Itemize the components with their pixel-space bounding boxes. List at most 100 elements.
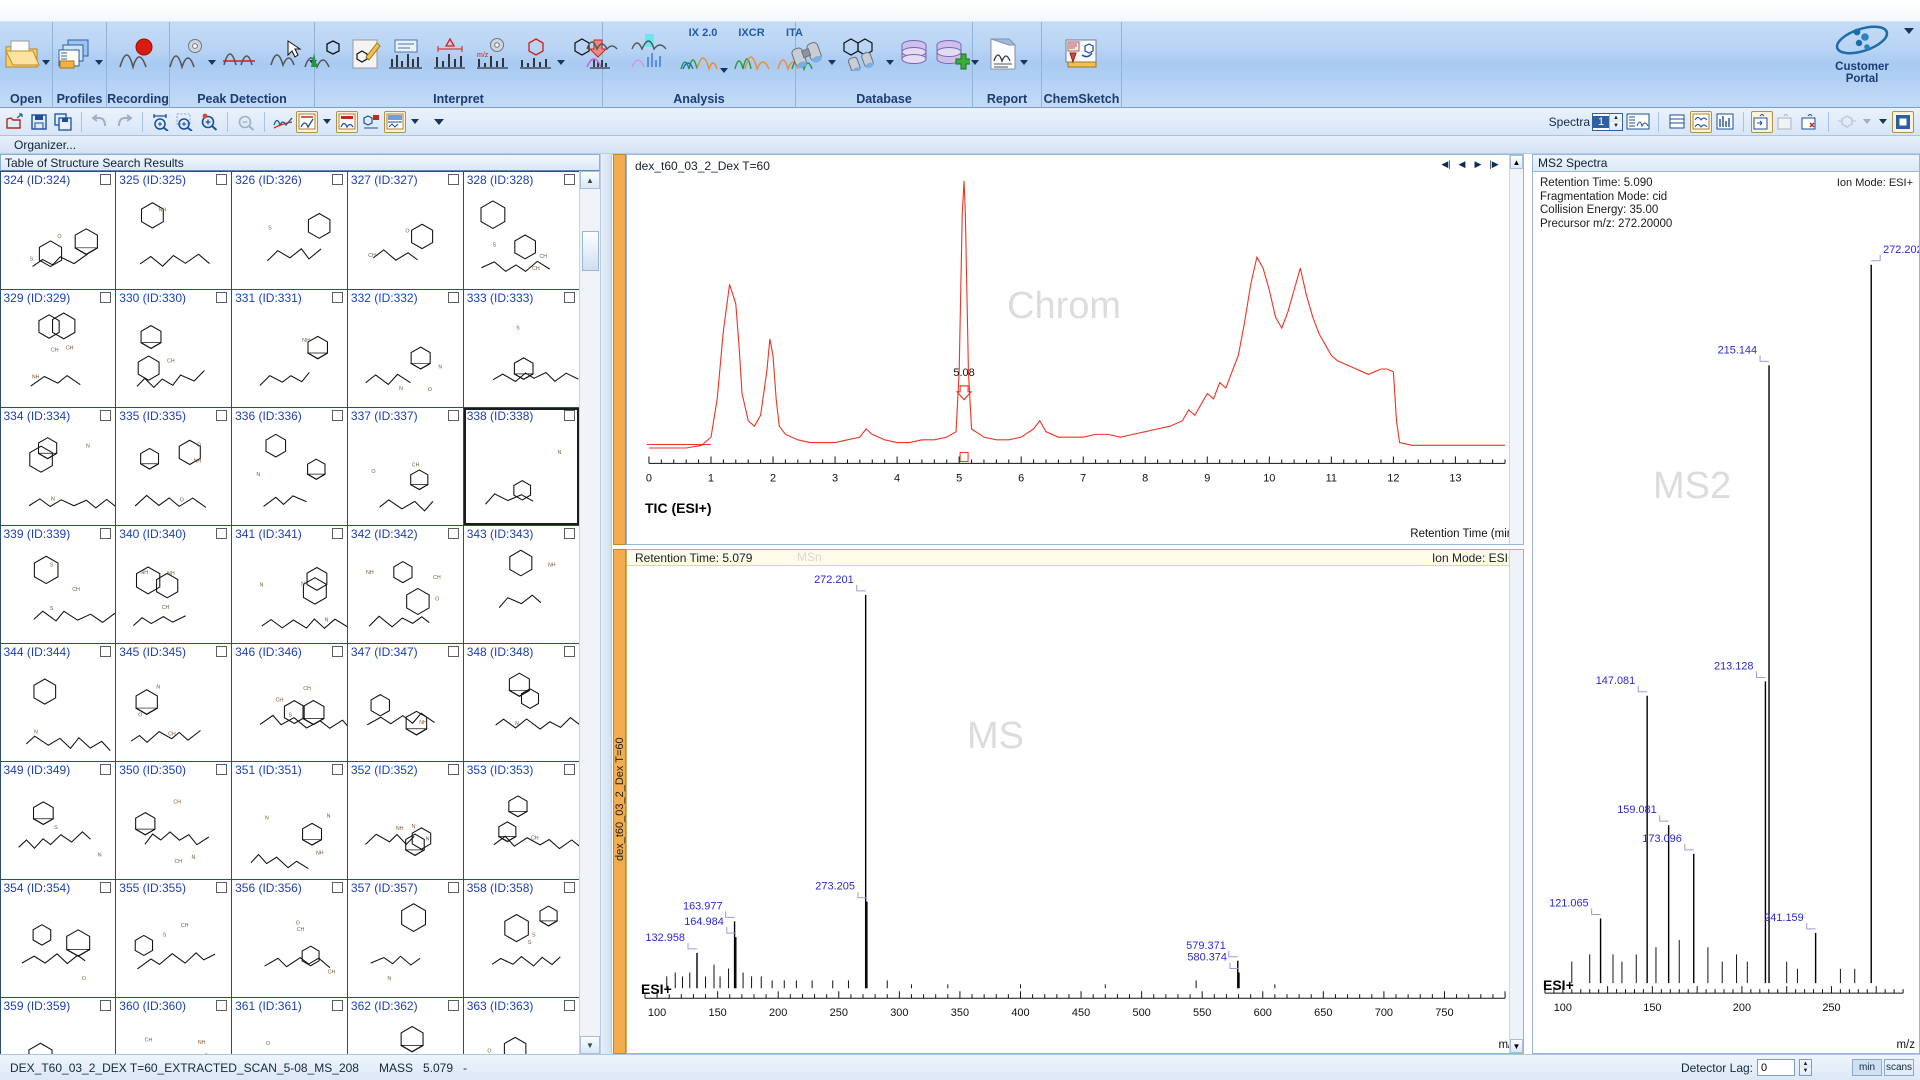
scroll-down-icon[interactable]: ▼	[580, 1036, 600, 1054]
structure-cell[interactable]: 333 (ID:333) S	[462, 288, 579, 408]
structure-annotate-icon[interactable]	[360, 111, 382, 133]
structure-cell[interactable]: 327 (ID:327) CH O	[346, 171, 464, 290]
structure-cell[interactable]: 339 (ID:339) S S CH	[0, 524, 117, 644]
zoom-in-icon[interactable]	[198, 111, 220, 133]
ixcr-icon[interactable]: IXCR	[732, 27, 772, 80]
unit-scans-button[interactable]: scans	[1884, 1059, 1914, 1076]
peak-detect-auto-icon[interactable]	[166, 36, 217, 72]
spectra-value[interactable]: 1	[1593, 115, 1609, 128]
structure-cell[interactable]: 324 (ID:324) S O	[0, 171, 117, 290]
structure-cell[interactable]: 358 (ID:358) S S	[462, 878, 579, 998]
structure-cell[interactable]: 359 (ID:359)NHNHN	[0, 996, 117, 1054]
structure-cell-checkbox[interactable]	[563, 646, 575, 657]
ms2-spectrum-panel[interactable]: MS2 Spectra Retention Time: 5.090 Fragme…	[1532, 154, 1920, 1054]
table-window-icon[interactable]	[384, 110, 406, 133]
zoom-horizontal-icon[interactable]	[150, 111, 172, 133]
ribbon-collapse-icon[interactable]	[1904, 28, 1914, 34]
structure-cell[interactable]: 356 (ID:356) CH O CH	[231, 878, 348, 998]
structure-cell[interactable]: 355 (ID:355) S CH	[115, 878, 233, 998]
structure-cell[interactable]: 329 (ID:329) CH NH CH	[0, 288, 117, 408]
structure-chrom-icon[interactable]	[302, 36, 346, 72]
structure-cell-checkbox[interactable]	[100, 1000, 112, 1011]
open-file-icon[interactable]	[4, 111, 26, 133]
structure-cell-checkbox[interactable]	[331, 174, 343, 185]
benzene-spec-icon[interactable]	[517, 36, 566, 72]
structure-cell-checkbox[interactable]	[563, 882, 575, 893]
database-icon[interactable]	[898, 36, 930, 72]
delta-spec-icon[interactable]	[431, 36, 471, 72]
vertical-splitter[interactable]	[600, 154, 612, 1054]
save-icon[interactable]	[28, 111, 50, 133]
structure-cell-checkbox[interactable]	[563, 174, 575, 185]
structure-cell[interactable]: 334 (ID:334) N N	[0, 406, 117, 526]
structure-cell-checkbox[interactable]	[100, 410, 112, 421]
structure-cell-checkbox[interactable]	[216, 764, 228, 775]
scroll-up-icon[interactable]: ▲	[1510, 155, 1523, 169]
gear-spec-icon[interactable]: m/z	[474, 36, 514, 72]
structure-cell-checkbox[interactable]	[100, 764, 112, 775]
delete-spectrum-icon[interactable]	[1799, 111, 1821, 133]
structure-grid[interactable]: 324 (ID:324) S O 325 (ID:325) NH 326 (ID:326)…	[0, 171, 579, 1054]
structure-cell-checkbox[interactable]	[331, 1000, 343, 1011]
structure-cell[interactable]: 357 (ID:357) N	[346, 878, 464, 998]
ms-annotate-icon[interactable]	[386, 36, 428, 72]
structure-grid-scrollbar[interactable]: ▲ ▼	[579, 171, 600, 1054]
open-folder-icon[interactable]	[2, 36, 51, 72]
detector-lag-stepper[interactable]: ▲ ▼	[1799, 1059, 1812, 1076]
zoom-out-icon[interactable]	[235, 111, 257, 133]
structure-cell-checkbox[interactable]	[447, 882, 459, 893]
structure-cell[interactable]: 362 (ID:362)CH	[346, 996, 464, 1054]
structure-cell-checkbox[interactable]	[331, 764, 343, 775]
structure-cell[interactable]: 351 (ID:351) N N NH	[231, 760, 348, 880]
redo-icon[interactable]	[113, 111, 135, 133]
structure-cell[interactable]: 346 (ID:346) CH CH S	[231, 642, 348, 762]
structure-cell-checkbox[interactable]	[216, 410, 228, 421]
structure-cell[interactable]: 325 (ID:325) NH	[115, 171, 233, 290]
scroll-down-icon[interactable]: ▼	[1510, 1039, 1523, 1053]
profiles-icon[interactable]	[55, 36, 104, 72]
structure-cell[interactable]: 330 (ID:330) CH	[115, 288, 233, 408]
structure-cell[interactable]: 342 (ID:342) O NH CH	[346, 524, 464, 644]
peak-table-icon[interactable]	[296, 110, 318, 133]
undo-icon[interactable]	[89, 111, 111, 133]
structure-cell[interactable]: 353 (ID:353) CH	[462, 760, 579, 880]
structure-cell-checkbox[interactable]	[100, 882, 112, 893]
chain-icon[interactable]	[1836, 111, 1858, 133]
structure-cell[interactable]: 360 (ID:360)SCHNH	[115, 996, 233, 1054]
chevron-down-icon[interactable]	[208, 60, 216, 65]
structure-cell-checkbox[interactable]	[331, 882, 343, 893]
ms-spectrum-panel[interactable]: Retention Time: 5.079 Ion Mode: ESI+ MSn…	[626, 549, 1524, 1054]
ms-panel-vertical-tab[interactable]: dex_t60_03_2_Dex T=60	[613, 549, 626, 1054]
structure-cell-checkbox[interactable]	[447, 1000, 459, 1011]
spectra-stepper[interactable]: 1 ▲ ▼	[1592, 112, 1623, 131]
structure-cell[interactable]: 328 (ID:328) CH S CH	[462, 171, 579, 290]
save-all-icon[interactable]	[52, 111, 74, 133]
chromatogram-scrollbar[interactable]: ▲	[1509, 155, 1523, 544]
structure-cell-checkbox[interactable]	[331, 646, 343, 657]
tile-spectra-icon[interactable]	[1690, 110, 1712, 133]
structure-cell[interactable]: 332 (ID:332) N N O	[346, 288, 464, 408]
structure-cell-checkbox[interactable]	[100, 528, 112, 539]
structure-cell[interactable]: 336 (ID:336) N	[231, 406, 348, 526]
structure-cell[interactable]: 338 (ID:338) N	[462, 406, 579, 526]
structure-cell[interactable]: 350 (ID:350) N CH CH	[115, 760, 233, 880]
overlay-spectra-icon[interactable]	[1714, 111, 1736, 133]
structure-cell-checkbox[interactable]	[447, 174, 459, 185]
report-icon[interactable]	[986, 36, 1029, 72]
unit-min-button[interactable]: min	[1852, 1059, 1882, 1076]
structure-cell[interactable]: 331 (ID:331) NH	[231, 288, 348, 408]
binoculars-icon[interactable]	[788, 36, 837, 72]
structure-cell-checkbox[interactable]	[447, 410, 459, 421]
chevron-down-icon[interactable]	[719, 68, 728, 73]
structure-cell-checkbox[interactable]	[331, 292, 343, 303]
spectrum-window-icon[interactable]	[336, 110, 358, 133]
structure-cell-checkbox[interactable]	[100, 174, 112, 185]
structure-cell-checkbox[interactable]	[331, 410, 343, 421]
structure-cell[interactable]: 335 (ID:335) NH O O	[115, 406, 233, 526]
maximize-icon[interactable]	[1892, 110, 1914, 133]
structure-cell-checkbox[interactable]	[100, 292, 112, 303]
scroll-thumb[interactable]	[582, 231, 599, 271]
chemsketch-icon[interactable]	[1061, 36, 1103, 72]
chromatogram-panel[interactable]: dex_t60_03_2_Dex T=60 ◀| ◀ ▶ |▶ Chrom TI…	[626, 154, 1524, 545]
structure-cell[interactable]: 352 (ID:352) NH N N	[346, 760, 464, 880]
